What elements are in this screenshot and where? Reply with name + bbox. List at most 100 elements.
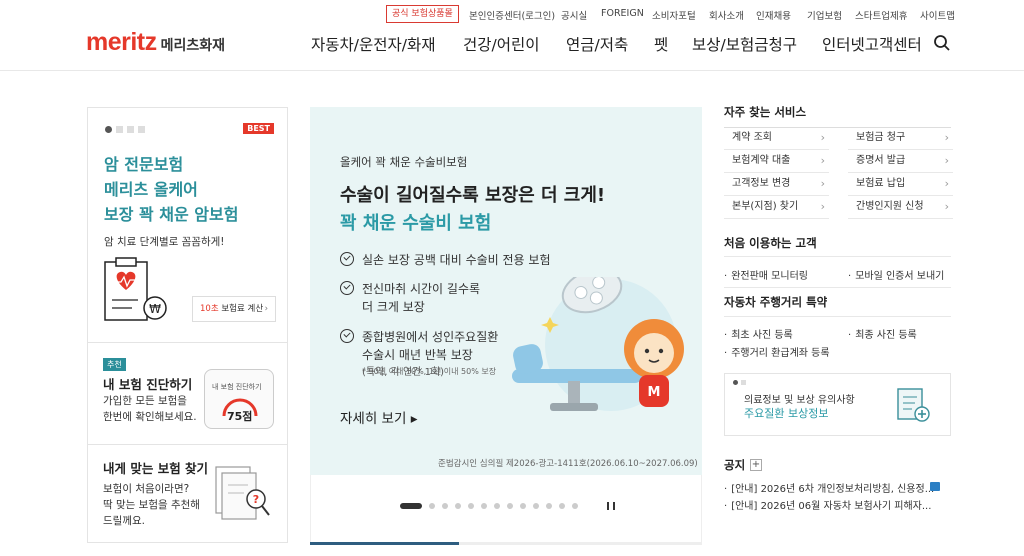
notice-item[interactable]: [안내] 2026년 6차 개인정보처리방침, 신용정... xyxy=(724,480,934,495)
util-link-foreign[interactable]: FOREIGN xyxy=(601,8,644,19)
mileage-title: 자동차 주행거리 특약 xyxy=(724,295,828,309)
medical-document-icon xyxy=(897,388,930,422)
header-divider xyxy=(0,70,1024,71)
search-icon[interactable] xyxy=(933,34,951,52)
card-subtitle: 암 치료 단계별로 꼼꼼하게! xyxy=(104,236,225,248)
divider xyxy=(724,256,951,257)
medical-info-banner[interactable]: 의료정보 및 보상 유의사항 주요질환 보상정보 xyxy=(724,373,951,436)
pager-dot[interactable] xyxy=(455,503,461,509)
service-certificate[interactable]: 증명서 발급 xyxy=(848,151,953,173)
card-title: 내 보험 진단하기 xyxy=(103,377,193,392)
divider xyxy=(724,287,951,288)
insurance-diagnosis-card[interactable]: 추천 내 보험 진단하기 가입한 모든 보험을 한번에 확인해보세요. 내 보험… xyxy=(87,343,288,445)
pager-dot[interactable] xyxy=(429,503,435,509)
banner-footnote: * 90일 이내 10%, 1년 이내 50% 보장 xyxy=(362,367,497,376)
plus-icon[interactable]: + xyxy=(750,459,762,471)
service-info-change[interactable]: 고객정보 변경 xyxy=(724,174,829,196)
util-link-auth[interactable]: 본인인증센터(로그인) xyxy=(469,8,555,22)
utility-bar: 공식 보험상품몰 본인인증센터(로그인) 공시실 FOREIGN 소비자포털 회… xyxy=(0,0,1024,30)
phone-preview: 내 보험 진단하기 75점 xyxy=(204,369,274,429)
official-mall-link[interactable]: 공식 보험상품몰 xyxy=(386,5,459,23)
nav-customer-center[interactable]: 인터넷고객센터 xyxy=(822,33,922,55)
banner-kicker: 올케어 꽉 채운 수술비보험 xyxy=(340,155,468,169)
nav-car-driver-fire[interactable]: 자동차/운전자/화재 xyxy=(311,33,436,55)
check-circle-icon xyxy=(340,252,354,266)
card-pagination[interactable] xyxy=(105,126,145,133)
new-badge-icon xyxy=(930,482,940,491)
card-desc: 가입한 모든 보험을 한번에 확인해보세요. xyxy=(103,395,197,423)
feature-item: 전신마취 시간이 길수록 더 크게 보장 xyxy=(340,280,480,316)
card-title: 암 전문보험 메리츠 올케어 보장 꽉 채운 암보험 xyxy=(104,155,239,224)
info-line2: 주요질환 보상정보 xyxy=(744,407,829,420)
util-link-disclosure[interactable]: 공시실 xyxy=(561,8,587,22)
svg-text:M: M xyxy=(648,385,661,400)
banner-headline: 수술이 길어질수록 보장은 더 크게! xyxy=(340,185,606,206)
surgery-mascot-illustration: M xyxy=(512,277,684,411)
pager-dot[interactable] xyxy=(442,503,448,509)
first-time-title: 처음 이용하는 고객 xyxy=(724,236,817,250)
pager-dot[interactable] xyxy=(533,503,539,509)
recommend-badge: 추천 xyxy=(103,358,126,371)
banner-progress-fill xyxy=(310,542,459,545)
pause-icon[interactable] xyxy=(607,502,615,510)
clipboard-heart-icon: ₩ xyxy=(104,257,167,321)
util-link-sitemap[interactable]: 사이트맵 xyxy=(920,8,955,22)
main-banner[interactable]: 올케어 꽉 채운 수술비보험 수술이 길어질수록 보장은 더 크게! 꽉 채운 … xyxy=(310,107,702,475)
service-premium-payment[interactable]: 보험료 납입 xyxy=(848,174,953,196)
nav-pension-savings[interactable]: 연금/저축 xyxy=(566,33,628,55)
info-line1: 의료정보 및 보상 유의사항 xyxy=(744,395,855,406)
logo-subtitle: 메리츠화재 xyxy=(160,38,226,54)
document-search-icon: ? xyxy=(215,466,270,520)
banner-pagination[interactable] xyxy=(400,503,578,509)
pager-dot[interactable] xyxy=(572,503,578,509)
banner-headline-accent: 꽉 채운 수술비 보험 xyxy=(340,213,492,234)
util-link-consumer[interactable]: 소비자포털 xyxy=(652,8,696,22)
cancer-insurance-card[interactable]: BEST 암 전문보험 메리츠 올케어 보장 꽉 채운 암보험 암 치료 단계별… xyxy=(87,107,288,343)
pager-dot[interactable] xyxy=(559,503,565,509)
pager-dot[interactable] xyxy=(468,503,474,509)
card-desc: 보험이 처음이라면? 딱 맞는 보험을 추천해 드릴께요. xyxy=(103,483,200,527)
notice-item[interactable]: [안내] 2026년 06월 자동차 보험사기 피해자... xyxy=(724,497,931,512)
svg-text:₩: ₩ xyxy=(149,302,161,316)
service-caregiver[interactable]: 간병인지원 신청 xyxy=(848,197,953,219)
info-pagination[interactable] xyxy=(733,380,746,385)
check-circle-icon xyxy=(340,329,354,343)
service-contract-lookup[interactable]: 계약 조회 xyxy=(724,128,829,150)
link-first-photo[interactable]: 최초 사진 등록 xyxy=(724,326,793,341)
pager-dot[interactable] xyxy=(494,503,500,509)
check-circle-icon xyxy=(340,281,354,295)
service-branch-finder[interactable]: 본부(지점) 찾기 xyxy=(724,197,829,219)
nav-health-kids[interactable]: 건강/어린이 xyxy=(463,33,540,55)
nav-pet[interactable]: 펫 xyxy=(654,33,668,55)
divider xyxy=(724,316,951,317)
svg-text:?: ? xyxy=(253,493,259,506)
frequent-services-title: 자주 찾는 서비스 xyxy=(724,105,807,119)
best-badge: BEST xyxy=(243,123,274,134)
pager-dot[interactable] xyxy=(520,503,526,509)
compliance-code: 준법감시인 심의필 제2026-광고-1411호(2026.06.10~2027… xyxy=(438,459,698,469)
pager-dot[interactable] xyxy=(400,503,422,509)
banner-controls xyxy=(310,475,702,545)
util-link-startup[interactable]: 스타트업제휴 xyxy=(855,8,907,22)
banner-progress-track xyxy=(310,542,702,545)
link-sales-monitoring[interactable]: 완전판매 모니터링 xyxy=(724,267,808,282)
caret-right-icon: ▸ xyxy=(410,411,418,427)
link-refund-account[interactable]: 주행거리 환급계좌 등록 xyxy=(724,344,829,359)
logo-wordmark: meritz xyxy=(86,28,157,56)
pager-dot[interactable] xyxy=(481,503,487,509)
feature-item: 실손 보장 공백 대비 수술비 전용 보험 xyxy=(340,251,551,269)
util-link-about[interactable]: 회사소개 xyxy=(709,8,744,22)
pager-dot[interactable] xyxy=(546,503,552,509)
pager-dot[interactable] xyxy=(507,503,513,509)
util-link-corporate[interactable]: 기업보험 xyxy=(807,8,842,22)
find-insurance-card[interactable]: 내게 맞는 보험 찾기 보험이 처음이라면? 딱 맞는 보험을 추천해 드릴께요… xyxy=(87,445,288,543)
premium-calc-button[interactable]: 10초 보험료 계산 › xyxy=(192,296,276,322)
site-logo[interactable]: meritz 메리츠화재 xyxy=(86,28,225,57)
util-link-careers[interactable]: 인재채용 xyxy=(756,8,791,22)
service-claim[interactable]: 보험금 청구 xyxy=(848,128,953,150)
service-loan[interactable]: 보험계약 대출 xyxy=(724,151,829,173)
nav-claims[interactable]: 보상/보험금청구 xyxy=(692,33,797,55)
link-mobile-cert[interactable]: 모바일 인증서 보내기 xyxy=(848,267,944,282)
link-final-photo[interactable]: 최종 사진 등록 xyxy=(848,326,917,341)
banner-more-link[interactable]: 자세히 보기 ▸ xyxy=(340,407,417,427)
